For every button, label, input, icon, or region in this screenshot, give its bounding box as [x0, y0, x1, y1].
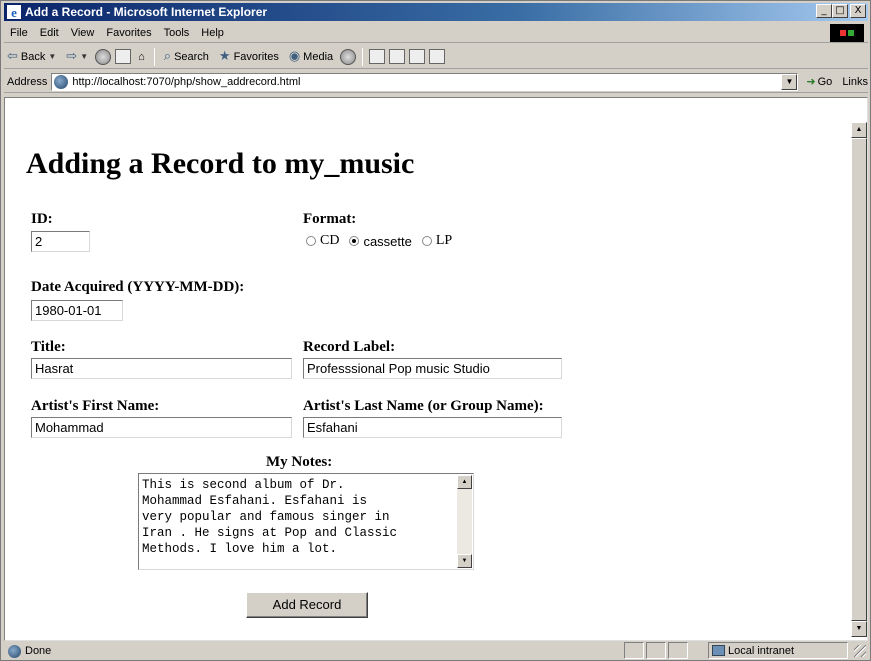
format-cassette-radio[interactable]: [349, 236, 360, 246]
record-label-label: Record Label:: [303, 339, 396, 355]
scroll-down-icon[interactable]: ▼: [851, 621, 867, 637]
last-name-field[interactable]: [303, 417, 562, 438]
back-arrow-icon: ⇦: [7, 49, 18, 64]
browser-window: e Add a Record - Microsoft Internet Expl…: [0, 0, 871, 661]
stop-icon[interactable]: [95, 48, 112, 65]
forward-button[interactable]: ⇨ ▼: [63, 49, 91, 64]
status-cells: [624, 642, 690, 659]
forward-dropdown-icon[interactable]: ▼: [80, 52, 88, 61]
search-button[interactable]: ⌕ Search: [161, 49, 212, 64]
format-radio-group: CD cassette LP: [306, 233, 462, 249]
page-heading: Adding a Record to my_music: [26, 147, 415, 180]
first-name-label: Artist's First Name:: [31, 398, 160, 414]
record-label-field[interactable]: [303, 358, 562, 379]
history-icon[interactable]: [340, 48, 357, 65]
forward-arrow-icon: ⇨: [66, 49, 78, 64]
address-field[interactable]: ▼: [51, 72, 799, 91]
address-label: Address: [7, 75, 48, 88]
toolbar-separator: [153, 47, 155, 66]
address-dropdown-icon[interactable]: ▼: [781, 73, 798, 90]
refresh-icon[interactable]: [115, 49, 132, 64]
mail-icon[interactable]: [369, 49, 386, 64]
status-bar: Done Local intranet: [4, 642, 868, 660]
home-icon[interactable]: ⌂: [135, 51, 148, 63]
toolbar-separator: [362, 47, 364, 66]
first-name-field[interactable]: [31, 417, 292, 438]
favorites-button[interactable]: ★ Favorites: [216, 49, 282, 64]
discuss-icon[interactable]: [429, 49, 446, 64]
menu-favorites[interactable]: Favorites: [100, 27, 157, 39]
favorites-icon: ★: [218, 49, 231, 64]
notes-label: My Notes:: [266, 454, 333, 470]
notes-container: This is second album of Dr. Mohammad Esf…: [138, 473, 474, 570]
format-lp-radio[interactable]: [421, 236, 432, 246]
scroll-up-icon[interactable]: ▲: [851, 122, 867, 138]
status-text-container: Done: [8, 644, 52, 658]
id-label: ID:: [31, 211, 53, 227]
address-input[interactable]: [72, 75, 773, 88]
zone-label: Local intranet: [728, 644, 795, 657]
go-arrow-icon: ➜: [806, 75, 816, 88]
format-lp-label: LP: [435, 233, 453, 248]
internet-explorer-icon: e: [7, 5, 21, 19]
search-icon: ⌕: [163, 49, 172, 64]
format-cassette-label: cassette: [363, 233, 412, 249]
page-done-icon: [8, 644, 21, 658]
window-controls: _ □ X: [816, 4, 866, 18]
date-label: Date Acquired (YYYY-MM-DD):: [31, 279, 245, 295]
notes-scrollbar[interactable]: ▲ ▼: [457, 475, 472, 568]
security-zone: Local intranet: [708, 642, 848, 659]
add-record-button[interactable]: Add Record: [246, 592, 368, 618]
media-icon: ◉: [288, 49, 301, 64]
title-bar: e Add a Record - Microsoft Internet Expl…: [4, 3, 868, 21]
toolbar: ⇦ Back ▼ ⇨ ▼ ⌂ ⌕ Search ★ Favorites ◉ Me…: [4, 45, 868, 69]
title-field[interactable]: [31, 358, 292, 379]
edit-icon[interactable]: [409, 49, 426, 64]
resize-grip-icon[interactable]: [854, 645, 866, 657]
search-label: Search: [174, 50, 209, 63]
page-icon: [54, 74, 69, 89]
format-label: Format:: [303, 211, 357, 227]
format-cd-radio[interactable]: [306, 236, 316, 246]
status-cell: [646, 642, 666, 659]
menu-tools[interactable]: Tools: [158, 27, 196, 39]
title-label: Title:: [31, 339, 66, 355]
close-button[interactable]: X: [850, 4, 866, 18]
date-field[interactable]: [31, 300, 123, 321]
print-icon[interactable]: [389, 49, 406, 64]
id-field[interactable]: [31, 231, 90, 252]
media-label: Media: [303, 50, 334, 63]
address-bar: Address ▼ ➜ Go Links: [4, 71, 868, 93]
status-cell: [668, 642, 688, 659]
go-button[interactable]: ➜ Go: [806, 75, 832, 88]
windows-logo-icon: [830, 24, 864, 42]
notes-scroll-down-icon[interactable]: ▼: [457, 554, 472, 568]
favorites-label: Favorites: [233, 50, 279, 63]
menu-edit[interactable]: Edit: [34, 27, 65, 39]
links-button[interactable]: Links: [842, 76, 868, 88]
menu-view[interactable]: View: [65, 27, 101, 39]
back-button[interactable]: ⇦ Back ▼: [4, 49, 59, 64]
local-intranet-icon: [712, 645, 725, 656]
window-title: Add a Record - Microsoft Internet Explor…: [25, 5, 268, 19]
notes-textarea[interactable]: This is second album of Dr. Mohammad Esf…: [140, 475, 456, 568]
back-label: Back: [20, 50, 46, 63]
maximize-button[interactable]: □: [832, 4, 848, 18]
media-button[interactable]: ◉ Media: [286, 49, 336, 64]
notes-scroll-up-icon[interactable]: ▲: [457, 475, 472, 489]
format-cd-label: CD: [320, 233, 340, 248]
page-scrollbar[interactable]: ▲ ▼: [851, 122, 867, 637]
go-label: Go: [817, 75, 833, 88]
status-text: Done: [25, 645, 52, 657]
menu-file[interactable]: File: [4, 27, 34, 39]
svg-text:e: e: [11, 5, 17, 19]
status-cell: [624, 642, 644, 659]
menu-bar: File Edit View Favorites Tools Help: [4, 23, 868, 43]
menu-help[interactable]: Help: [195, 27, 230, 39]
last-name-label: Artist's Last Name (or Group Name):: [303, 398, 544, 414]
back-dropdown-icon[interactable]: ▼: [48, 52, 56, 61]
minimize-button[interactable]: _: [816, 4, 832, 18]
scrollbar-thumb[interactable]: [851, 138, 867, 621]
